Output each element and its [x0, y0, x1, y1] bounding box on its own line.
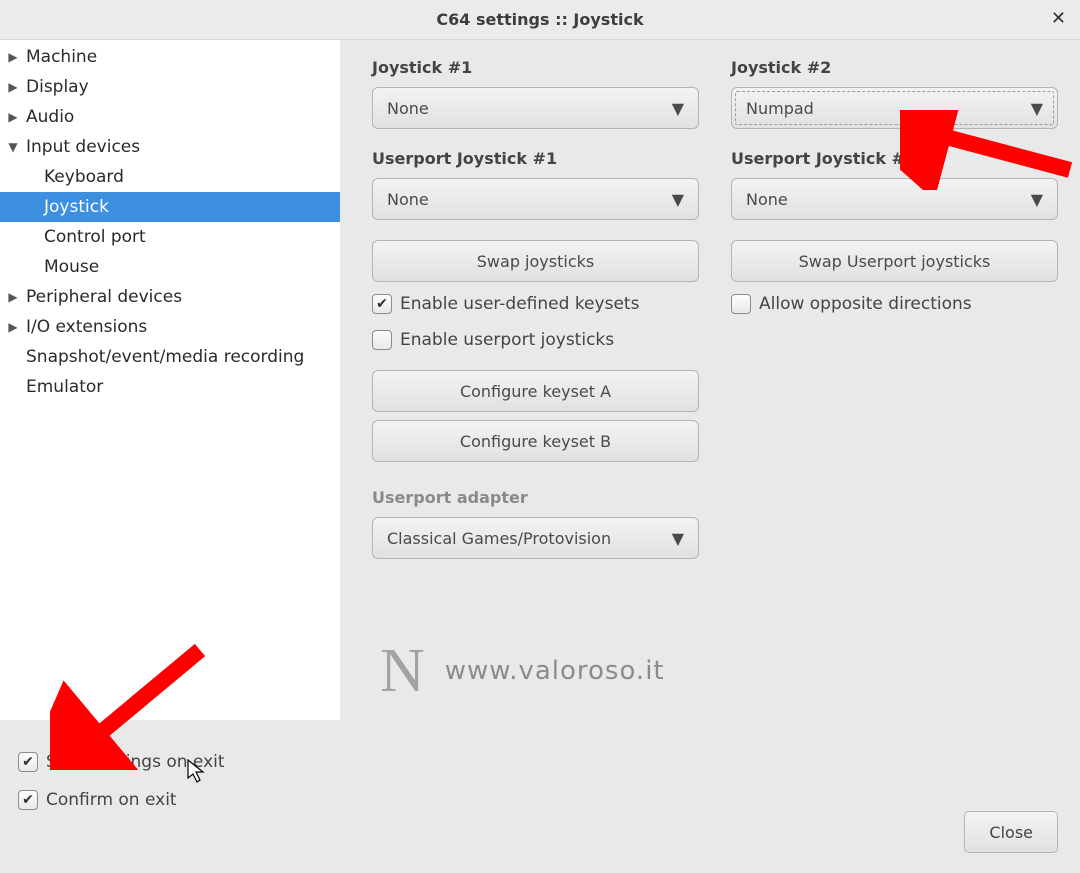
joystick-2-dropdown[interactable]: Numpad ▼	[731, 87, 1058, 129]
dropdown-value: None	[387, 190, 429, 209]
joystick-1-dropdown[interactable]: None ▼	[372, 87, 699, 129]
settings-window: C64 settings :: Joystick ✕ ▶ Machine ▶ D…	[0, 0, 1080, 873]
sidebar-item-peripheral-devices[interactable]: ▶ Peripheral devices	[0, 282, 340, 312]
watermark-logo: N	[380, 640, 425, 702]
checkbox-icon[interactable]: ✔	[372, 294, 392, 314]
checkbox-label: Confirm on exit	[46, 790, 177, 810]
swap-row: Swap joysticks ✔ Enable user-defined key…	[372, 240, 1058, 559]
col-userport-1: Userport Joystick #1 None ▼	[372, 149, 699, 220]
sidebar-item-emulator[interactable]: ▶ Emulator	[0, 372, 340, 402]
confirm-on-exit-row[interactable]: ✔ Confirm on exit	[18, 786, 225, 814]
sidebar-item-io-extensions[interactable]: ▶ I/O extensions	[0, 312, 340, 342]
sidebar-item-label: Audio	[26, 107, 74, 127]
sidebar-item-label: Keyboard	[44, 167, 124, 187]
titlebar-title: C64 settings :: Joystick	[436, 10, 643, 29]
sidebar-item-label: Peripheral devices	[26, 287, 182, 307]
userport-2-dropdown[interactable]: None ▼	[731, 178, 1058, 220]
enable-keysets-row[interactable]: ✔ Enable user-defined keysets	[372, 290, 699, 318]
checkbox-icon[interactable]	[731, 294, 751, 314]
footer-options: ✔ Save settings on exit ✔ Confirm on exi…	[18, 748, 225, 814]
checkbox-label: Enable userport joysticks	[400, 330, 614, 350]
button-label: Swap Userport joysticks	[799, 252, 991, 271]
checkbox-label: Enable user-defined keysets	[400, 294, 639, 314]
sidebar-item-audio[interactable]: ▶ Audio	[0, 102, 340, 132]
chevron-down-icon: ▼	[1031, 99, 1043, 118]
swap-userport-joysticks-button[interactable]: Swap Userport joysticks	[731, 240, 1058, 282]
userport-1-dropdown[interactable]: None ▼	[372, 178, 699, 220]
watermark-url: www.valoroso.it	[445, 656, 665, 686]
allow-opposite-row[interactable]: Allow opposite directions	[731, 290, 1058, 318]
dropdown-value: Classical Games/Protovision	[387, 529, 611, 548]
configure-keyset-b-button[interactable]: Configure keyset B	[372, 420, 699, 462]
configure-keyset-a-button[interactable]: Configure keyset A	[372, 370, 699, 412]
titlebar: C64 settings :: Joystick ✕	[0, 0, 1080, 40]
sidebar-item-label: I/O extensions	[26, 317, 147, 337]
joystick-panel: Joystick #1 None ▼ Joystick #2 Numpad ▼	[340, 40, 1080, 873]
checkbox-icon[interactable]: ✔	[18, 790, 38, 810]
col-userport-2: Userport Joystick #2 None ▼	[731, 149, 1058, 220]
enable-userport-joy-row[interactable]: Enable userport joysticks	[372, 326, 699, 354]
button-label: Configure keyset A	[460, 382, 611, 401]
userport-adapter-label: Userport adapter	[372, 488, 699, 507]
close-icon[interactable]: ✕	[1051, 8, 1066, 29]
checkbox-label: Save settings on exit	[46, 752, 225, 772]
button-label: Configure keyset B	[460, 432, 611, 451]
chevron-right-icon: ▶	[6, 50, 20, 64]
userport-adapter-dropdown[interactable]: Classical Games/Protovision ▼	[372, 517, 699, 559]
sidebar-item-keyboard[interactable]: Keyboard	[0, 162, 340, 192]
sidebar-item-label: Machine	[26, 47, 97, 67]
chevron-down-icon: ▼	[1031, 190, 1043, 209]
dropdown-value: Numpad	[746, 99, 814, 118]
chevron-down-icon: ▼	[672, 99, 684, 118]
sidebar-item-label: Control port	[44, 227, 146, 247]
sidebar-item-label: Display	[26, 77, 89, 97]
chevron-down-icon: ▼	[672, 190, 684, 209]
sidebar-item-machine[interactable]: ▶ Machine	[0, 42, 340, 72]
dropdown-value: None	[387, 99, 429, 118]
sidebar-item-label: Snapshot/event/media recording	[26, 347, 304, 367]
watermark: N www.valoroso.it	[380, 640, 665, 702]
chevron-down-icon: ▼	[672, 529, 684, 548]
col-joystick-1: Joystick #1 None ▼	[372, 58, 699, 129]
joystick-row: Joystick #1 None ▼ Joystick #2 Numpad ▼	[372, 58, 1058, 129]
sidebar-item-input-devices[interactable]: ▼ Input devices	[0, 132, 340, 162]
userport-1-label: Userport Joystick #1	[372, 149, 699, 168]
checkbox-label: Allow opposite directions	[759, 294, 972, 314]
checkbox-icon[interactable]	[372, 330, 392, 350]
sidebar-item-snapshot[interactable]: ▶ Snapshot/event/media recording	[0, 342, 340, 372]
sidebar-item-display[interactable]: ▶ Display	[0, 72, 340, 102]
swap-joysticks-button[interactable]: Swap joysticks	[372, 240, 699, 282]
col-joystick-2: Joystick #2 Numpad ▼	[731, 58, 1058, 129]
chevron-down-icon: ▼	[6, 140, 20, 154]
sidebar-item-control-port[interactable]: Control port	[0, 222, 340, 252]
sidebar-item-joystick[interactable]: Joystick	[0, 192, 340, 222]
joystick-1-label: Joystick #1	[372, 58, 699, 77]
sidebar-item-mouse[interactable]: Mouse	[0, 252, 340, 282]
dropdown-value: None	[746, 190, 788, 209]
chevron-right-icon: ▶	[6, 290, 20, 304]
sidebar-item-label: Input devices	[26, 137, 140, 157]
button-label: Close	[989, 823, 1033, 842]
checkbox-icon[interactable]: ✔	[18, 752, 38, 772]
sidebar: ▶ Machine ▶ Display ▶ Audio ▼ Input devi…	[0, 40, 340, 720]
chevron-right-icon: ▶	[6, 110, 20, 124]
sidebar-item-label: Mouse	[44, 257, 99, 277]
footer-actions: Close	[964, 811, 1058, 853]
button-label: Swap joysticks	[477, 252, 594, 271]
save-settings-on-exit-row[interactable]: ✔ Save settings on exit	[18, 748, 225, 776]
userport-2-label: Userport Joystick #2	[731, 149, 1058, 168]
sidebar-item-label: Emulator	[26, 377, 103, 397]
chevron-right-icon: ▶	[6, 320, 20, 334]
sidebar-item-label: Joystick	[44, 197, 109, 217]
joystick-2-label: Joystick #2	[731, 58, 1058, 77]
chevron-right-icon: ▶	[6, 80, 20, 94]
userport-row: Userport Joystick #1 None ▼ Userport Joy…	[372, 149, 1058, 220]
close-button[interactable]: Close	[964, 811, 1058, 853]
